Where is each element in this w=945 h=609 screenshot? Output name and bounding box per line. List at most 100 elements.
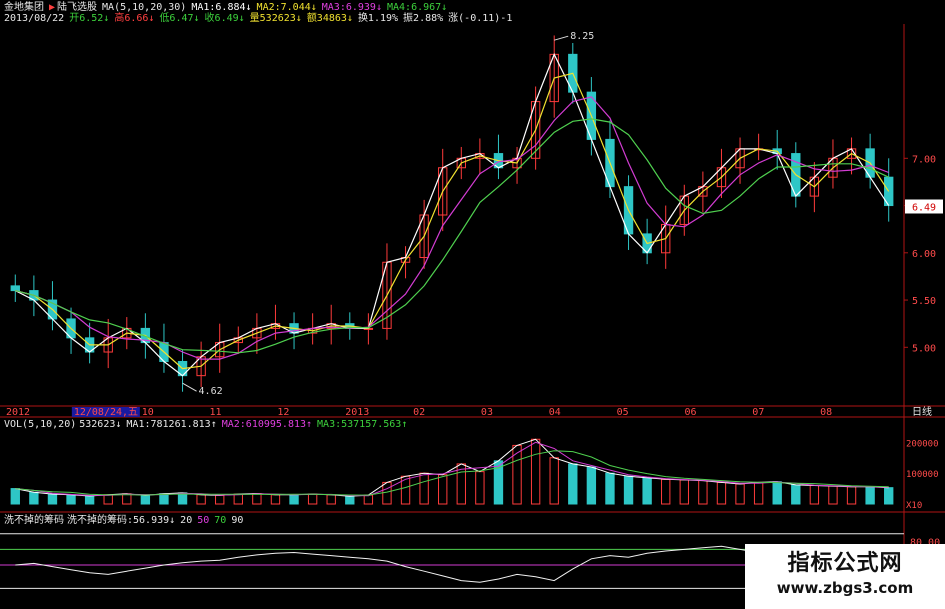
quote-volume: 量532623↓ bbox=[249, 13, 302, 24]
indicator-level-90: 90 bbox=[231, 515, 244, 526]
stock-name[interactable]: 金地集团 bbox=[4, 2, 44, 13]
volume-bar bbox=[512, 444, 522, 505]
date-axis-label: 2012 bbox=[6, 407, 30, 418]
annotation-leader bbox=[554, 35, 569, 41]
volume-ma2: MA2:610995.813↑ bbox=[221, 419, 313, 430]
volume-current: 532623↓ bbox=[79, 419, 122, 430]
date-axis-label: 04 bbox=[549, 407, 561, 418]
date-axis-label: 02 bbox=[413, 407, 425, 418]
indicator-legend: 洗不掉的筹码 洗不掉的筹码:56.939↓ 20 50 70 90 bbox=[4, 515, 248, 527]
volume-bar bbox=[47, 493, 58, 505]
volume-bar bbox=[642, 477, 652, 505]
volume-bar bbox=[215, 494, 225, 505]
volume-bar bbox=[10, 488, 20, 505]
ma-line-ma4 bbox=[15, 118, 889, 354]
volume-bar bbox=[753, 481, 764, 505]
volume-bar bbox=[698, 480, 708, 505]
quote-amplitude: 振2.88% bbox=[403, 13, 444, 24]
volume-ma-line bbox=[15, 438, 889, 497]
volume-bar bbox=[84, 495, 95, 505]
ma1-value: MA1:6.884↓ bbox=[191, 2, 252, 13]
quote-turnover: 换1.19% bbox=[357, 13, 399, 24]
watermark-title: 指标公式网 bbox=[787, 551, 903, 576]
volume-bar bbox=[846, 486, 857, 505]
volume-unit-label: X10 bbox=[906, 501, 922, 511]
watermark-url: www.zbgs3.com bbox=[776, 579, 914, 597]
volume-bar bbox=[865, 486, 875, 505]
volume-bar bbox=[475, 471, 485, 505]
volume-bar bbox=[140, 494, 151, 505]
ma-line-ma1 bbox=[15, 52, 890, 377]
volume-bar bbox=[66, 494, 76, 505]
volume-bar bbox=[605, 472, 615, 505]
ma-line-ma2 bbox=[15, 72, 890, 370]
price-tick-label: 6.00 bbox=[912, 249, 936, 260]
volume-bar bbox=[623, 475, 634, 505]
quote-high: 高6.66↓ bbox=[114, 13, 155, 24]
volume-bar bbox=[530, 438, 541, 505]
volume-bar bbox=[884, 487, 894, 505]
indicator-title: 洗不掉的筹码 bbox=[4, 515, 64, 526]
volume-legend: VOL(5,10,20) 532623↓ MA1:781261.813↑ MA2:61… bbox=[4, 419, 412, 431]
quote-change: 涨(-0.11)-1 bbox=[448, 13, 513, 24]
volume-bar bbox=[307, 493, 318, 505]
volume-bar bbox=[438, 474, 448, 505]
volume-bar bbox=[159, 493, 169, 505]
date-axis-label: 05 bbox=[617, 407, 629, 418]
volume-tick-label: 100000 bbox=[906, 470, 939, 480]
date-axis-label: 11 bbox=[210, 407, 222, 418]
volume-bar bbox=[122, 493, 132, 505]
volume-bar bbox=[177, 492, 188, 505]
quote-close: 收6.49↓ bbox=[204, 13, 245, 24]
volume-bar bbox=[809, 485, 820, 505]
volume-bar bbox=[252, 493, 262, 505]
price-tick-label: 7.00 bbox=[912, 154, 936, 165]
date-axis-label: 12/08/24,五 bbox=[74, 407, 138, 418]
volume-bar bbox=[382, 481, 392, 505]
volume-bar bbox=[270, 494, 281, 505]
date-axis-label: 12 bbox=[277, 407, 289, 418]
volume-bar bbox=[289, 494, 299, 505]
ma-line-ma3 bbox=[15, 96, 889, 360]
chart-header-line-2: 2013/08/22 开6.52↓ 高6.66↓ 低6.47↓ 收6.49↓ 量53262… bbox=[4, 13, 517, 25]
quote-low: 低6.47↓ bbox=[159, 13, 200, 24]
volume-bar bbox=[772, 481, 782, 505]
annotation-leader bbox=[182, 382, 197, 392]
ma2-value: MA2:7.044↓ bbox=[256, 2, 317, 13]
ma4-value: MA4:6.967↓ bbox=[386, 2, 448, 13]
volume-bar bbox=[679, 479, 689, 505]
date-axis-label: 2013 bbox=[345, 407, 369, 418]
volume-bar bbox=[568, 463, 578, 505]
indicator-level-50: 50 bbox=[197, 515, 210, 526]
date-axis-label: 08 bbox=[820, 407, 832, 418]
volume-ma3: MA3:537157.563↑ bbox=[317, 419, 408, 430]
ma3-value: MA3:6.939↓ bbox=[321, 2, 382, 13]
watermark-logo: 指标公式网 www.zbgs3.com bbox=[745, 544, 945, 609]
formula-name[interactable]: 陆飞选股 bbox=[57, 2, 97, 13]
volume-bar bbox=[363, 494, 374, 505]
quote-amount: 额34863↓ bbox=[306, 13, 353, 24]
volume-bar bbox=[326, 494, 336, 505]
volume-bar bbox=[103, 494, 113, 505]
quote-open: 开6.52↓ bbox=[69, 13, 110, 24]
date-axis-label: 10 bbox=[142, 407, 154, 418]
ma-params: MA(5,10,20,30) bbox=[102, 2, 187, 13]
volume-ma1: MA1:781261.813↑ bbox=[126, 419, 217, 430]
annotation-label: 8.25 bbox=[570, 31, 594, 42]
candle-body bbox=[10, 285, 20, 292]
volume-bar bbox=[661, 478, 671, 505]
volume-bar bbox=[791, 484, 801, 505]
price-tick-label: 5.00 bbox=[912, 343, 936, 354]
volume-bar bbox=[29, 491, 39, 505]
indicator-value: 洗不掉的筹码:56.939↓ bbox=[67, 515, 176, 526]
volume-bar bbox=[586, 466, 597, 505]
volume-bar bbox=[196, 494, 206, 505]
volume-bar bbox=[419, 472, 429, 505]
period-label: 日线 bbox=[912, 405, 932, 418]
indicator-level-70: 70 bbox=[214, 515, 227, 526]
price-tick-label: 5.50 bbox=[912, 296, 936, 307]
volume-title: VOL(5,10,20) bbox=[4, 419, 77, 430]
current-price-label: 6.49 bbox=[912, 202, 936, 213]
annotation-label: 4.62 bbox=[199, 386, 223, 397]
date-axis-label: 07 bbox=[752, 407, 764, 418]
